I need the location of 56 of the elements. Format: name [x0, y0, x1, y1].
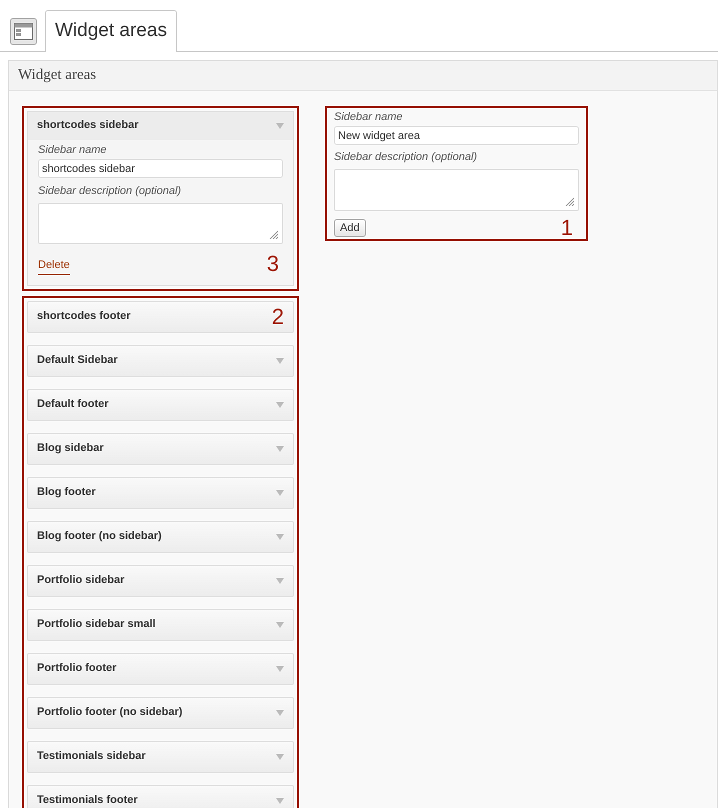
sidebar-area-title: Blog sidebar — [37, 441, 104, 456]
caret-icon — [276, 578, 284, 584]
sidebar-area-row[interactable]: Portfolio sidebar small — [27, 608, 294, 640]
caret-icon — [276, 710, 284, 716]
resize-grip-icon — [269, 230, 278, 238]
add-button[interactable]: Add — [334, 218, 366, 236]
callout-number: 3 — [266, 252, 279, 274]
sidebar-area-row[interactable]: shortcodes footer 2 — [27, 300, 294, 332]
field-label: Sidebar name — [334, 110, 404, 124]
caret-icon — [276, 446, 284, 452]
sidebar-description-field[interactable] — [334, 168, 579, 210]
sidebar-area-row[interactable]: Default footer — [27, 388, 294, 420]
sidebar-area-title: Portfolio footer — [37, 661, 116, 676]
sidebar-area-title: Testimonials footer — [37, 793, 138, 808]
sidebar-area-title: Blog footer (no sidebar) — [37, 529, 162, 544]
sidebar-area-title: Portfolio sidebar — [37, 573, 124, 588]
sidebar-area-title: Testimonials sidebar — [37, 749, 146, 764]
field-label: Sidebar description (optional) — [334, 150, 478, 165]
resize-grip-icon — [565, 196, 574, 206]
sidebar-area-header[interactable]: shortcodes sidebar — [28, 112, 293, 140]
caret-icon — [276, 534, 284, 540]
sidebar-area-row[interactable]: Default Sidebar — [27, 344, 294, 376]
caret-icon — [276, 754, 284, 760]
caret-icon — [276, 622, 284, 628]
caret-icon — [276, 358, 284, 364]
panel-title: Widget areas — [18, 66, 96, 85]
caret-icon — [276, 666, 284, 672]
caret-icon — [276, 798, 284, 804]
caret-icon — [276, 122, 284, 128]
sidebar-name-field[interactable]: shortcodes sidebar — [38, 159, 283, 178]
caret-icon — [276, 402, 284, 408]
sidebar-area-title: Default footer — [37, 397, 108, 412]
widgets-icon — [10, 18, 37, 44]
sidebar-name-field[interactable]: New widget area — [334, 126, 579, 145]
sidebar-area-title: Blog footer — [37, 485, 96, 500]
sidebar-area-row[interactable]: Blog footer (no sidebar) — [27, 520, 294, 552]
sidebar-area-row[interactable]: Portfolio footer — [27, 652, 294, 684]
sidebar-description-field[interactable] — [38, 202, 283, 244]
field-label: Sidebar name — [38, 142, 108, 158]
sidebar-area-title: shortcodes sidebar — [37, 118, 138, 134]
sidebar-area-title: Portfolio sidebar small — [37, 617, 156, 632]
sidebar-area-row[interactable]: Blog sidebar — [27, 432, 294, 464]
widget-areas-tab[interactable]: Widget areas — [45, 10, 177, 52]
sidebar-area-row[interactable]: Portfolio footer (no sidebar) — [27, 696, 294, 728]
sidebar-area-row[interactable]: Testimonials sidebar — [27, 740, 294, 772]
sidebar-area-title: shortcodes footer — [37, 309, 131, 324]
callout-number: 2 — [272, 306, 284, 328]
delete-link[interactable]: Delete — [38, 257, 70, 274]
callout-number: 1 — [560, 216, 573, 238]
sidebar-area-row[interactable]: Testimonials footer — [27, 784, 294, 808]
sidebar-area-row[interactable]: Blog footer — [27, 476, 294, 508]
sidebar-area-title: Portfolio footer (no sidebar) — [37, 705, 182, 720]
sidebar-area-row[interactable]: Portfolio sidebar — [27, 564, 294, 596]
caret-icon — [276, 490, 284, 496]
field-label: Sidebar description (optional) — [38, 184, 182, 199]
sidebar-area-title: Default Sidebar — [37, 353, 118, 368]
